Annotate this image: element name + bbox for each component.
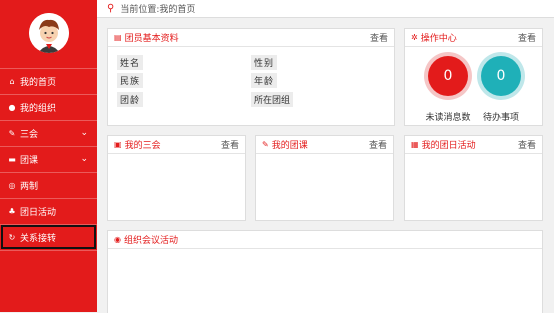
sidebar: ⌂ 我的首页 ● 我的组织 ✎ 三会 ⌄ ▬ 团课 ⌄ ◎ 两制 ♣ 团日活动 … [0, 0, 97, 312]
age-label: 年龄 [251, 73, 278, 88]
panel-title: 团员基本资料 [124, 34, 179, 44]
panel-title: 我的三会 [124, 141, 161, 151]
location-pin-icon: ⚲ [107, 3, 115, 14]
panel-header: ▦ 我的团日活动 查看 [405, 136, 542, 154]
sidebar-divider [0, 250, 97, 251]
sidebar-item-label: 两制 [20, 182, 39, 192]
branch-label: 所在团组 [251, 92, 294, 107]
view-more-link[interactable]: 查看 [370, 31, 388, 44]
panel-header: ▣ 我的三会 查看 [108, 136, 245, 154]
league-age-label: 团龄 [117, 92, 144, 107]
sidebar-item-tuanri[interactable]: ♣ 团日活动 [0, 198, 97, 224]
sidebar-menu: ⌂ 我的首页 ● 我的组织 ✎ 三会 ⌄ ▬ 团课 ⌄ ◎ 两制 ♣ 团日活动 … [0, 68, 97, 251]
panel-title: 我的团日活动 [421, 141, 476, 151]
view-more-link[interactable]: 查看 [518, 138, 536, 151]
panel-header: ✎ 我的团课 查看 [256, 136, 393, 154]
sidebar-item-label: 团课 [20, 156, 39, 166]
panel-title: 组织会议活动 [123, 236, 178, 246]
meeting-icon: ◉ [114, 235, 121, 244]
refresh-icon: ↻ [8, 233, 16, 242]
sidebar-item-liangzhi[interactable]: ◎ 两制 [0, 172, 97, 198]
sidebar-item-home[interactable]: ⌂ 我的首页 [0, 68, 97, 94]
id-card-icon: ▤ [114, 33, 122, 42]
gear-icon: ✲ [411, 33, 418, 42]
sidebar-item-label: 我的首页 [20, 78, 57, 88]
my-sanhui-panel: ▣ 我的三会 查看 [107, 135, 246, 221]
unread-count-badge[interactable]: 0 [428, 56, 468, 96]
edit-icon: ✎ [8, 129, 16, 138]
my-tuanke-panel: ✎ 我的团课 查看 [255, 135, 394, 221]
sidebar-item-label: 团日活动 [20, 208, 57, 218]
panel-title: 操作中心 [420, 34, 457, 44]
view-more-link[interactable]: 查看 [221, 138, 239, 151]
avatar[interactable] [29, 13, 69, 53]
sidebar-item-label: 三会 [20, 130, 39, 140]
target-icon: ◎ [8, 181, 16, 190]
view-more-link[interactable]: 查看 [369, 138, 387, 151]
folder-icon: ▬ [8, 155, 16, 164]
org-meeting-panel: ◉ 组织会议活动 [107, 230, 543, 313]
sidebar-item-label: 我的组织 [20, 104, 57, 114]
ethnicity-label: 民族 [117, 73, 144, 88]
group-icon: ● [8, 103, 16, 112]
operation-center-panel: ✲ 操作中心 查看 0 0 未读消息数 待办事项 [404, 28, 543, 126]
panel-header: ◉ 组织会议活动 [108, 231, 542, 249]
panel-title: 我的团课 [271, 141, 308, 151]
view-more-link[interactable]: 查看 [518, 31, 536, 44]
sidebar-item-transfer[interactable]: ↻ 关系接转 [0, 224, 97, 250]
name-label: 姓名 [117, 55, 144, 70]
sidebar-item-organization[interactable]: ● 我的组织 [0, 94, 97, 120]
breadcrumb-text: 当前位置:我的首页 [120, 5, 196, 15]
unread-label: 未读消息数 [425, 113, 471, 123]
leaf-icon: ♣ [8, 207, 16, 216]
my-tuanri-panel: ▦ 我的团日活动 查看 [404, 135, 543, 221]
breadcrumb: ⚲ 当前位置:我的首页 [97, 0, 554, 18]
todo-count-badge[interactable]: 0 [481, 56, 521, 96]
chevron-down-icon: ⌄ [80, 128, 88, 138]
home-icon: ⌂ [9, 77, 15, 86]
sidebar-item-tuanke[interactable]: ▬ 团课 ⌄ [0, 146, 97, 172]
sidebar-item-sanhui[interactable]: ✎ 三会 ⌄ [0, 120, 97, 146]
gender-label: 性别 [251, 55, 278, 70]
chevron-down-icon: ⌄ [80, 154, 88, 164]
pencil-icon: ✎ [262, 140, 269, 149]
panel-header: ▤ 团员基本资料 查看 [108, 29, 394, 47]
basic-info-panel: ▤ 团员基本资料 查看 姓名 民族 团龄 性别 年龄 所在团组 [107, 28, 395, 126]
calendar-icon: ▦ [411, 140, 419, 149]
panel-header: ✲ 操作中心 查看 [405, 29, 542, 47]
sidebar-item-label: 关系接转 [20, 234, 57, 244]
todo-label: 待办事项 [482, 113, 519, 123]
document-icon: ▣ [114, 140, 122, 149]
